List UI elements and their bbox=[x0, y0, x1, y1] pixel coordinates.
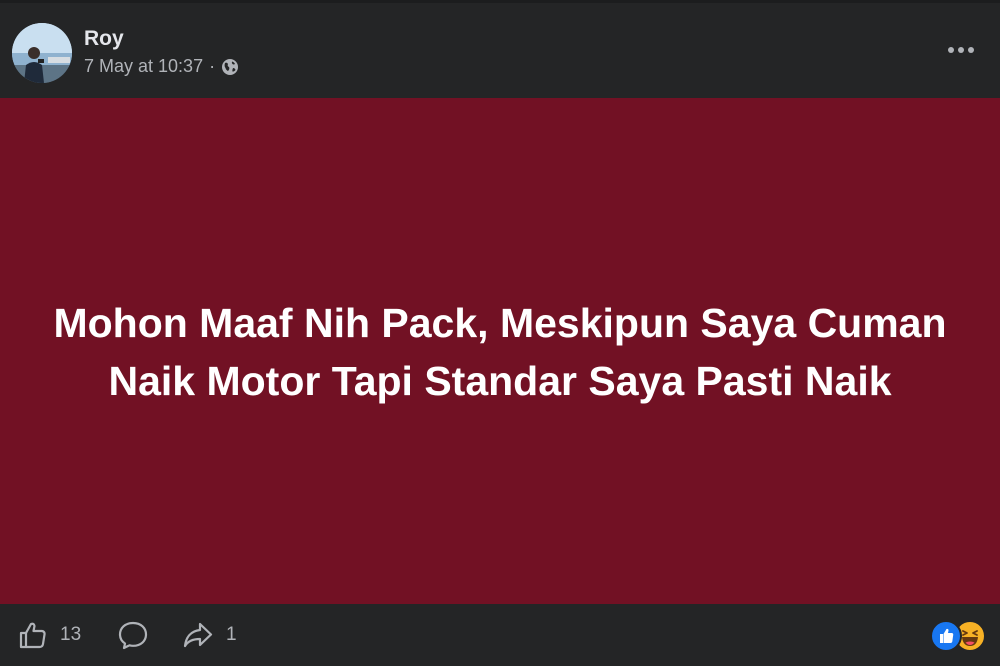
post-meta: 7 May at 10:37 · bbox=[84, 56, 239, 77]
avatar-photo bbox=[12, 23, 72, 83]
meta-separator: · bbox=[209, 56, 216, 76]
more-options-icon[interactable] bbox=[948, 43, 974, 57]
post-text: Mohon Maaf Nih Pack, Meskipun Saya Cuman… bbox=[53, 300, 947, 404]
share-button[interactable]: 1 bbox=[182, 620, 237, 650]
share-count: 1 bbox=[226, 624, 237, 645]
globe-icon[interactable] bbox=[221, 58, 239, 76]
post-footer: 13 1 bbox=[0, 604, 1000, 666]
post-header: Roy 7 May at 10:37 · bbox=[0, 0, 1000, 98]
comment-button[interactable] bbox=[117, 620, 149, 650]
author-name[interactable]: Roy bbox=[84, 27, 124, 51]
like-count: 13 bbox=[60, 624, 82, 645]
reactions-summary[interactable] bbox=[930, 620, 986, 652]
post-timestamp[interactable]: 7 May at 10:37 bbox=[84, 56, 203, 77]
share-icon bbox=[182, 620, 214, 650]
like-button[interactable]: 13 bbox=[18, 620, 81, 650]
post-content: Mohon Maaf Nih Pack, Meskipun Saya Cuman… bbox=[0, 98, 1000, 604]
like-reaction-icon bbox=[930, 620, 962, 652]
thumbs-up-icon bbox=[18, 620, 48, 650]
avatar[interactable] bbox=[12, 23, 72, 83]
facebook-post: Roy 7 May at 10:37 · Mohon Maaf Nih Pack… bbox=[0, 0, 1000, 666]
comment-icon bbox=[117, 620, 149, 650]
